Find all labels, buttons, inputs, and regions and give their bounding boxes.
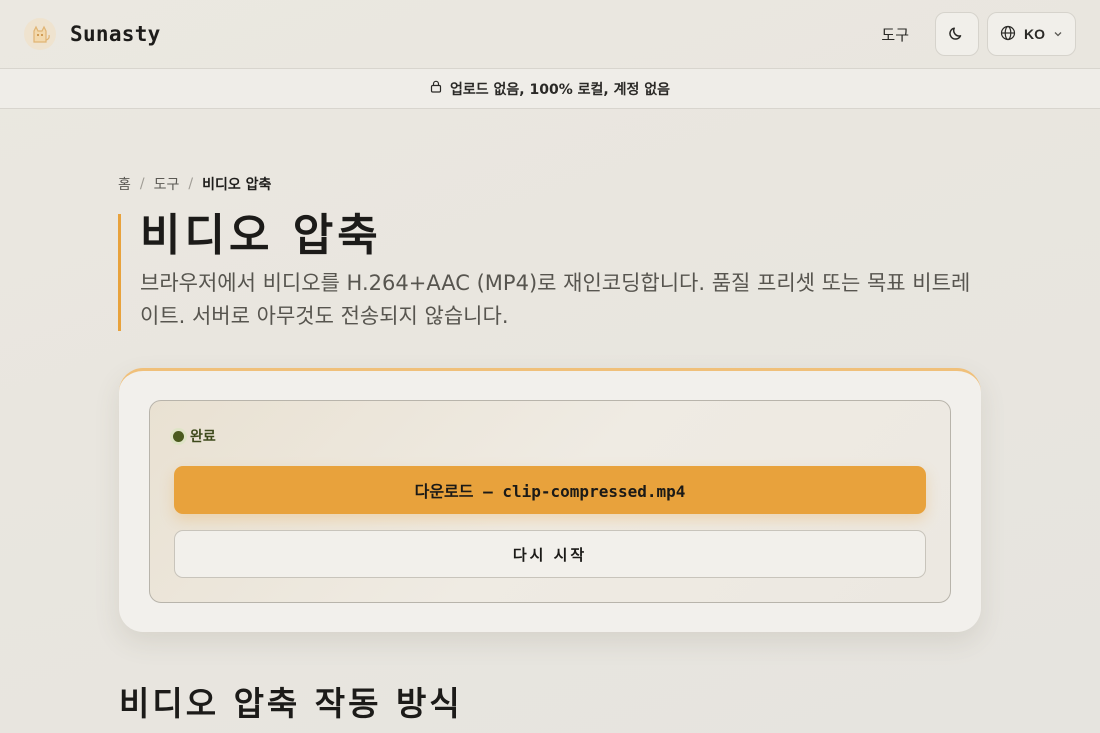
breadcrumb-separator: /: [139, 176, 145, 192]
nav-tools-link[interactable]: 도구: [881, 24, 909, 45]
page-intro: 비디오 압축 브라우저에서 비디오를 H.264+AAC (MP4)로 재인코딩…: [118, 214, 978, 331]
banner-text: 업로드 없음, 100% 로컬, 계정 없음: [450, 81, 670, 98]
status-dot: [173, 430, 184, 442]
chevron-down-icon: [1053, 26, 1063, 42]
download-button[interactable]: 다운로드 — clip-compressed.mp4: [174, 466, 926, 514]
brand[interactable]: Sunasty: [24, 18, 161, 50]
breadcrumb-current: 비디오 압축: [202, 177, 272, 193]
cat-logo-icon: [24, 18, 56, 50]
breadcrumb: 홈 / 도구 / 비디오 압축: [118, 174, 271, 194]
moon-icon: [949, 25, 965, 44]
theme-toggle-button[interactable]: [935, 12, 979, 56]
brand-name: Sunasty: [70, 22, 161, 46]
top-header: Sunasty 도구 KO: [0, 0, 1100, 68]
lock-icon: [430, 80, 442, 97]
language-select[interactable]: KO: [987, 12, 1076, 56]
breadcrumb-home[interactable]: 홈: [118, 174, 131, 194]
page-title: 비디오 압축: [140, 210, 382, 261]
how-it-works-heading: 비디오 압축 작동 방식: [119, 684, 463, 723]
globe-icon: [1000, 25, 1016, 44]
page-description: 브라우저에서 비디오를 H.264+AAC (MP4)로 재인코딩합니다. 품질…: [140, 271, 971, 328]
privacy-banner: 업로드 없음, 100% 로컬, 계정 없음: [0, 68, 1100, 109]
status-label: 완료: [190, 429, 216, 445]
result-panel: 완료 다운로드 — clip-compressed.mp4 다시 시작: [149, 400, 951, 603]
header-actions: 도구 KO: [881, 12, 1076, 56]
language-label: KO: [1024, 26, 1045, 42]
status-badge: 완료: [173, 426, 216, 446]
compress-card: 완료 다운로드 — clip-compressed.mp4 다시 시작: [119, 368, 981, 632]
breadcrumb-tools[interactable]: 도구: [154, 174, 180, 194]
restart-button[interactable]: 다시 시작: [174, 530, 926, 578]
breadcrumb-separator: /: [188, 176, 194, 192]
